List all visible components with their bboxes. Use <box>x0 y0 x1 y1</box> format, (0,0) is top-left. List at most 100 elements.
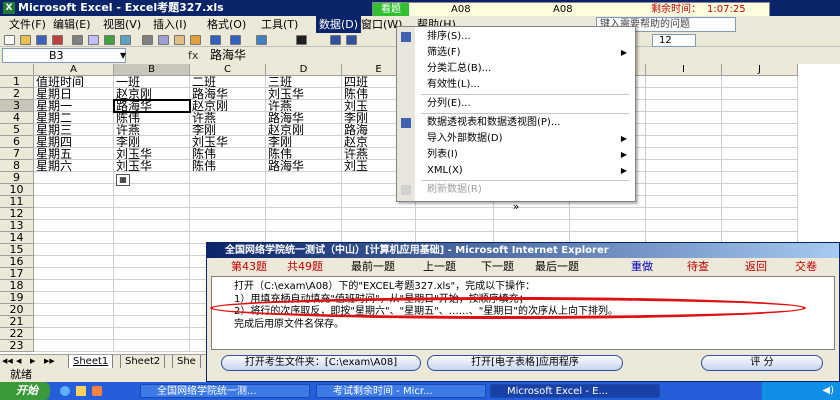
column-header-C[interactable]: C <box>190 64 266 76</box>
undo-icon[interactable] <box>210 35 221 45</box>
research-icon[interactable] <box>120 35 131 45</box>
cell-C6[interactable]: 刘玉华 <box>190 136 266 148</box>
cell-A17[interactable] <box>34 268 114 280</box>
name-box[interactable]: B3 <box>2 48 126 63</box>
cell-B12[interactable] <box>114 208 190 220</box>
cell-B6[interactable]: 李刚 <box>114 136 190 148</box>
cell-C10[interactable] <box>190 184 266 196</box>
cell-A22[interactable] <box>34 328 114 340</box>
spell-icon[interactable] <box>104 35 115 45</box>
cell-D7[interactable]: 陈伟 <box>266 148 342 160</box>
cell-B16[interactable] <box>114 256 190 268</box>
save-icon[interactable] <box>36 35 47 45</box>
menu-3[interactable]: 插入(I) <box>150 16 190 33</box>
data-menu-item-4[interactable]: 分列(E)... <box>397 96 635 112</box>
cell-I3[interactable] <box>646 100 722 112</box>
open-folder-button[interactable]: 打开考生文件夹：[C:\exam\A08] <box>221 355 421 371</box>
data-menu-item-0[interactable]: 排序(S)... <box>397 29 635 45</box>
cell-A21[interactable] <box>34 316 114 328</box>
cell-B14[interactable] <box>114 232 190 244</box>
cell-A19[interactable] <box>34 292 114 304</box>
cell-I6[interactable] <box>646 136 722 148</box>
cell-J13[interactable] <box>722 220 798 232</box>
cell-D6[interactable]: 李刚 <box>266 136 342 148</box>
cell-C9[interactable] <box>190 172 266 184</box>
cell-D5[interactable]: 赵京刚 <box>266 124 342 136</box>
font-size-select[interactable]: 12 <box>652 34 696 47</box>
copy-icon[interactable] <box>158 35 169 45</box>
cell-J11[interactable] <box>722 196 798 208</box>
first-question-button[interactable]: 最前一题 <box>351 260 395 274</box>
cell-B23[interactable] <box>114 340 190 352</box>
cell-A4[interactable]: 星期二 <box>34 112 114 124</box>
cell-B21[interactable] <box>114 316 190 328</box>
cell-A20[interactable] <box>34 304 114 316</box>
menu-2[interactable]: 视图(V) <box>100 16 144 33</box>
cell-D11[interactable] <box>266 196 342 208</box>
sheet-tab-0[interactable]: Sheet1 <box>68 355 114 369</box>
cell-C1[interactable]: 二班 <box>190 76 266 88</box>
taskbar-item-0[interactable]: 全国网络学院统一测... <box>140 384 310 398</box>
cell-A12[interactable] <box>34 208 114 220</box>
next-question-button[interactable]: 下一题 <box>481 260 514 274</box>
cell-I12[interactable] <box>646 208 722 220</box>
cell-B3[interactable]: 路海华 <box>114 100 190 112</box>
cell-C4[interactable]: 许燕 <box>190 112 266 124</box>
exam-status[interactable]: 看题 <box>373 3 409 17</box>
sheet-tab-1[interactable]: Sheet2 <box>120 355 166 369</box>
menu-6[interactable]: 数据(D) <box>316 16 362 33</box>
cell-D13[interactable] <box>266 220 342 232</box>
cell-J8[interactable] <box>722 160 798 172</box>
tab-scroll-0-icon[interactable]: ◀◀ <box>2 355 13 368</box>
paste-icon[interactable] <box>174 35 185 45</box>
permission-icon[interactable] <box>52 35 63 45</box>
fx-icon[interactable]: fx <box>188 48 198 63</box>
column-header-J[interactable]: J <box>722 64 798 76</box>
quick-launch-desktop-icon[interactable] <box>76 386 86 396</box>
column-header-D[interactable]: D <box>266 64 342 76</box>
sort-asc-icon[interactable] <box>330 35 341 45</box>
cell-A14[interactable] <box>34 232 114 244</box>
cell-A3[interactable]: 星期一 <box>34 100 114 112</box>
cell-A5[interactable]: 星期三 <box>34 124 114 136</box>
back-button[interactable]: 返回 <box>745 260 767 274</box>
cell-B7[interactable]: 刘玉华 <box>114 148 190 160</box>
cell-D12[interactable] <box>266 208 342 220</box>
cell-A23[interactable] <box>34 340 114 352</box>
menu-5[interactable]: 工具(T) <box>258 16 301 33</box>
data-menu-item-5[interactable]: 数据透视表和数据透视图(P)... <box>397 115 635 131</box>
cell-C3[interactable]: 赵京刚 <box>190 100 266 112</box>
cell-A13[interactable] <box>34 220 114 232</box>
cell-A15[interactable] <box>34 244 114 256</box>
cell-B8[interactable]: 刘玉华 <box>114 160 190 172</box>
cell-J2[interactable] <box>722 88 798 100</box>
cell-J9[interactable] <box>722 172 798 184</box>
cell-B13[interactable] <box>114 220 190 232</box>
format-painter-icon[interactable] <box>190 35 201 45</box>
cell-A7[interactable]: 星期五 <box>34 148 114 160</box>
column-header-I[interactable]: I <box>646 64 722 76</box>
redo-button[interactable]: 重做 <box>631 260 653 274</box>
cell-B4[interactable]: 陈伟 <box>114 112 190 124</box>
taskbar-item-2[interactable]: Microsoft Excel - E... <box>490 384 660 398</box>
cell-J5[interactable] <box>722 124 798 136</box>
print-icon[interactable] <box>72 35 83 45</box>
formula-content[interactable]: 路海华 <box>210 47 246 64</box>
data-menu-item-2[interactable]: 分类汇总(B)... <box>397 61 635 77</box>
cell-I8[interactable] <box>646 160 722 172</box>
quick-launch-ie-icon[interactable] <box>60 386 70 396</box>
data-menu-item-7[interactable]: 列表(I) ▶ <box>397 147 635 163</box>
autosum-icon[interactable] <box>296 35 307 45</box>
tab-scroll-3-icon[interactable]: ▶▶ <box>44 355 55 368</box>
cell-C13[interactable] <box>190 220 266 232</box>
cell-I2[interactable] <box>646 88 722 100</box>
menu-expand-icon[interactable]: » <box>397 200 635 213</box>
cell-G13[interactable] <box>494 220 570 232</box>
name-box-dropdown-icon[interactable]: ▼ <box>120 48 128 63</box>
open-app-button[interactable]: 打开[电子表格]应用程序 <box>427 355 623 371</box>
review-button[interactable]: 待查 <box>687 260 709 274</box>
cell-J12[interactable] <box>722 208 798 220</box>
tab-scroll-1-icon[interactable]: ◀ <box>16 355 21 368</box>
cell-C7[interactable]: 陈伟 <box>190 148 266 160</box>
cut-icon[interactable] <box>142 35 153 45</box>
